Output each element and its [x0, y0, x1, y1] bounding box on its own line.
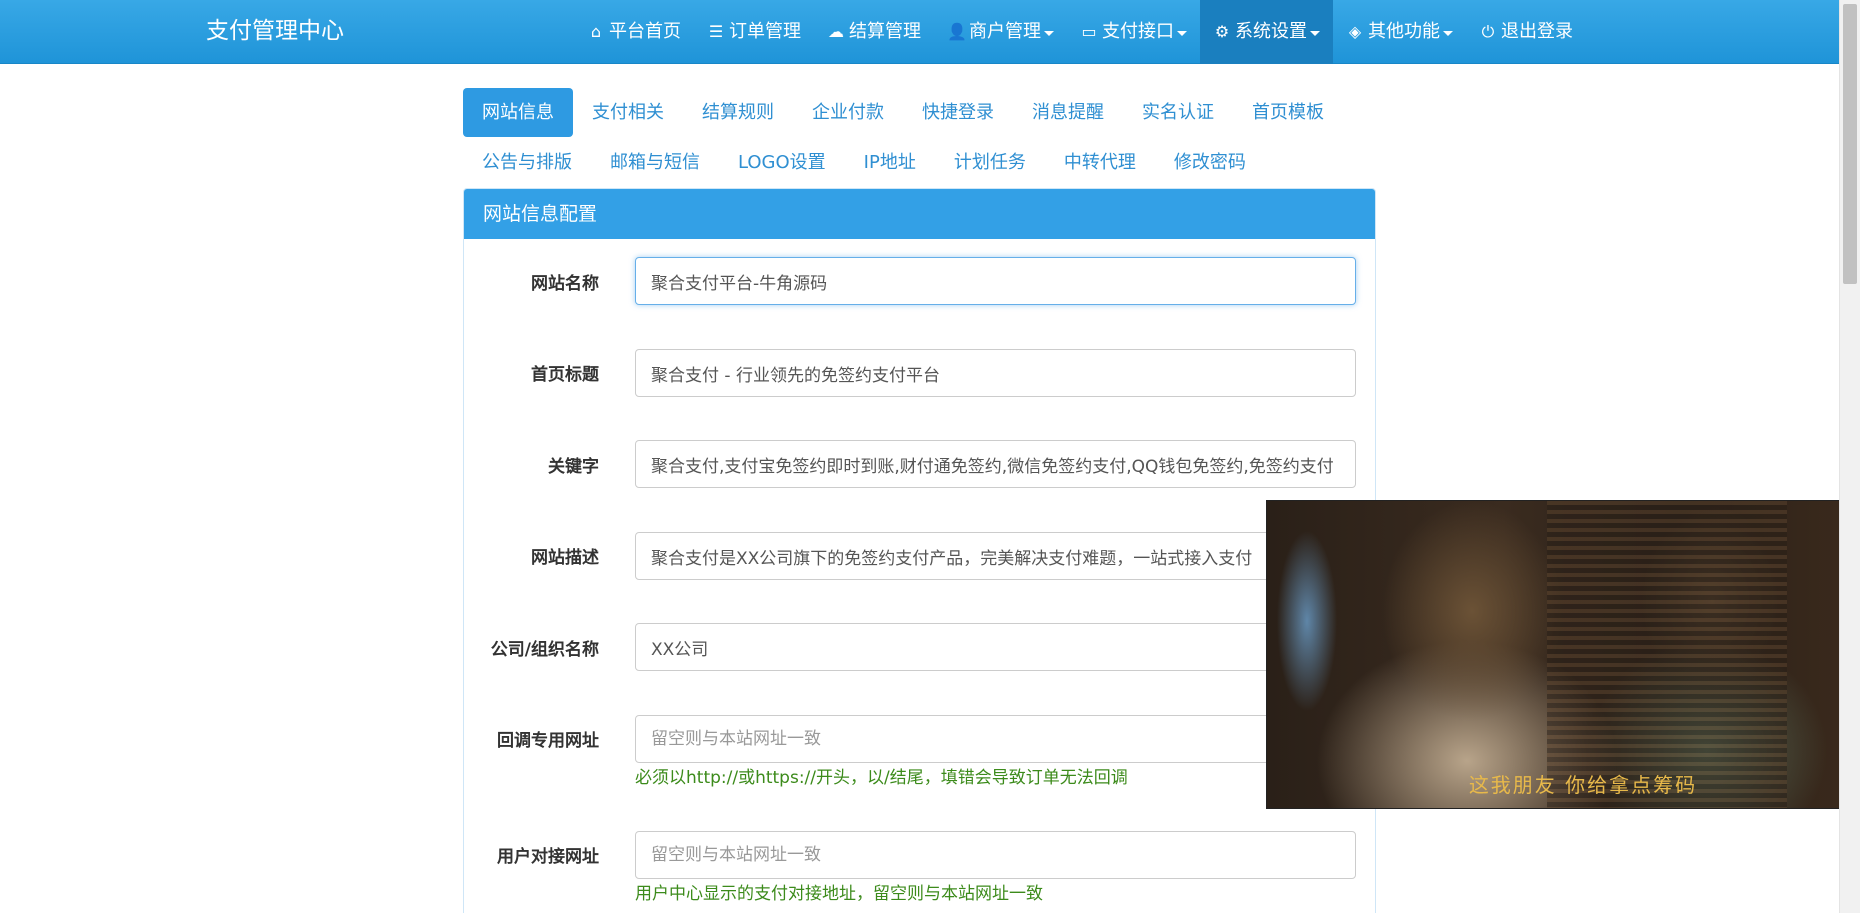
field-label: 关键字 [548, 457, 599, 477]
nav-label: 系统设置 [1235, 21, 1307, 42]
video-subtitle: 这我朋友 你给拿点筹码 [1468, 773, 1698, 797]
site-name-input[interactable] [635, 257, 1356, 305]
tab-real-name[interactable]: 实名认证 [1123, 88, 1233, 137]
video-frame [1547, 501, 1787, 808]
nav-item-home[interactable]: ⌂ 平台首页 [574, 0, 694, 64]
nav-item-other[interactable]: ◈ 其他功能 [1333, 0, 1466, 64]
tabs-row: 网站信息 支付相关 结算规则 企业付款 快捷登录 消息提醒 实名认证 首页模板 [463, 88, 1375, 137]
field-label: 首页标题 [531, 365, 599, 385]
nav-label: 结算管理 [849, 21, 921, 42]
nav-label: 商户管理 [969, 21, 1041, 42]
nav-label: 平台首页 [609, 21, 681, 42]
floating-video-player[interactable]: 这我朋友 你给拿点筹码 [1266, 500, 1860, 809]
page-scrollbar[interactable] [1839, 0, 1860, 913]
credit-card-icon: ▭ [1081, 22, 1097, 41]
tab-email-sms[interactable]: 邮箱与短信 [591, 138, 719, 187]
main-nav: ⌂ 平台首页 ☰ 订单管理 ☁ 结算管理 👤 商户管理 ▭ 支付接口 ⚙ 系统设… [574, 0, 1586, 64]
nav-item-orders[interactable]: ☰ 订单管理 [694, 0, 814, 64]
tab-enterprise-payment[interactable]: 企业付款 [793, 88, 903, 137]
tab-quick-login[interactable]: 快捷登录 [903, 88, 1013, 137]
brand-title[interactable]: 支付管理中心 [206, 0, 344, 64]
tab-logo[interactable]: LOGO设置 [719, 138, 845, 187]
tab-site-info[interactable]: 网站信息 [463, 88, 573, 137]
list-icon: ☰ [708, 22, 724, 41]
help-text: 必须以http://或https://开头，以/结尾，填错会导致订单无法回调 [635, 768, 1128, 788]
top-navbar: 支付管理中心 ⌂ 平台首页 ☰ 订单管理 ☁ 结算管理 👤 商户管理 ▭ 支付接… [0, 0, 1839, 64]
chevron-down-icon [1044, 30, 1054, 36]
nav-label: 退出登录 [1501, 21, 1573, 42]
panel-title: 网站信息配置 [464, 189, 1375, 239]
settings-tabs: 网站信息 支付相关 结算规则 企业付款 快捷登录 消息提醒 实名认证 首页模板 … [463, 88, 1375, 188]
tab-payment[interactable]: 支付相关 [573, 88, 683, 137]
help-text: 用户中心显示的支付对接地址，留空则与本站网址一致 [635, 884, 1043, 904]
tab-home-template[interactable]: 首页模板 [1233, 88, 1343, 137]
nav-label: 其他功能 [1368, 21, 1440, 42]
tab-proxy[interactable]: 中转代理 [1045, 138, 1155, 187]
power-icon: ⏻ [1481, 22, 1495, 41]
tabs-row: 公告与排版 邮箱与短信 LOGO设置 IP地址 计划任务 中转代理 修改密码 [463, 138, 1375, 187]
tab-announcement[interactable]: 公告与排版 [463, 138, 591, 187]
user-api-url-input[interactable] [635, 831, 1356, 879]
description-input[interactable] [635, 532, 1356, 580]
nav-item-settlement[interactable]: ☁ 结算管理 [814, 0, 934, 64]
scrollbar-thumb[interactable] [1843, 4, 1857, 284]
home-icon: ⌂ [590, 22, 602, 41]
chevron-down-icon [1443, 30, 1453, 36]
keywords-input[interactable] [635, 440, 1356, 488]
nav-item-payment-api[interactable]: ▭ 支付接口 [1067, 0, 1200, 64]
tab-notifications[interactable]: 消息提醒 [1013, 88, 1123, 137]
cube-icon: ◈ [1348, 22, 1362, 41]
tab-ip-address[interactable]: IP地址 [845, 138, 935, 187]
field-label: 公司/组织名称 [490, 640, 599, 660]
nav-item-system-settings[interactable]: ⚙ 系统设置 [1200, 0, 1333, 64]
nav-label: 支付接口 [1102, 21, 1174, 42]
tab-settlement-rules[interactable]: 结算规则 [683, 88, 793, 137]
tab-change-password[interactable]: 修改密码 [1155, 138, 1265, 187]
field-label: 网站名称 [531, 274, 599, 294]
home-title-input[interactable] [635, 349, 1356, 397]
nav-item-merchants[interactable]: 👤 商户管理 [934, 0, 1067, 64]
nav-item-logout[interactable]: ⏻ 退出登录 [1466, 0, 1586, 64]
cloud-icon: ☁ [828, 22, 844, 41]
site-info-panel: 网站信息配置 网站名称 首页标题 关键字 网站描述 公司/组织名称 回调专用网址… [463, 188, 1376, 913]
company-name-input[interactable] [635, 623, 1356, 671]
callback-url-input[interactable] [635, 715, 1356, 763]
field-label: 回调专用网址 [497, 731, 599, 751]
chevron-down-icon [1310, 30, 1320, 36]
gear-icon: ⚙ [1214, 22, 1230, 41]
tab-cron[interactable]: 计划任务 [935, 138, 1045, 187]
field-label: 网站描述 [531, 548, 599, 568]
field-label: 用户对接网址 [497, 847, 599, 867]
user-icon: 👤 [947, 22, 967, 41]
chevron-down-icon [1177, 30, 1187, 36]
nav-label: 订单管理 [729, 21, 801, 42]
